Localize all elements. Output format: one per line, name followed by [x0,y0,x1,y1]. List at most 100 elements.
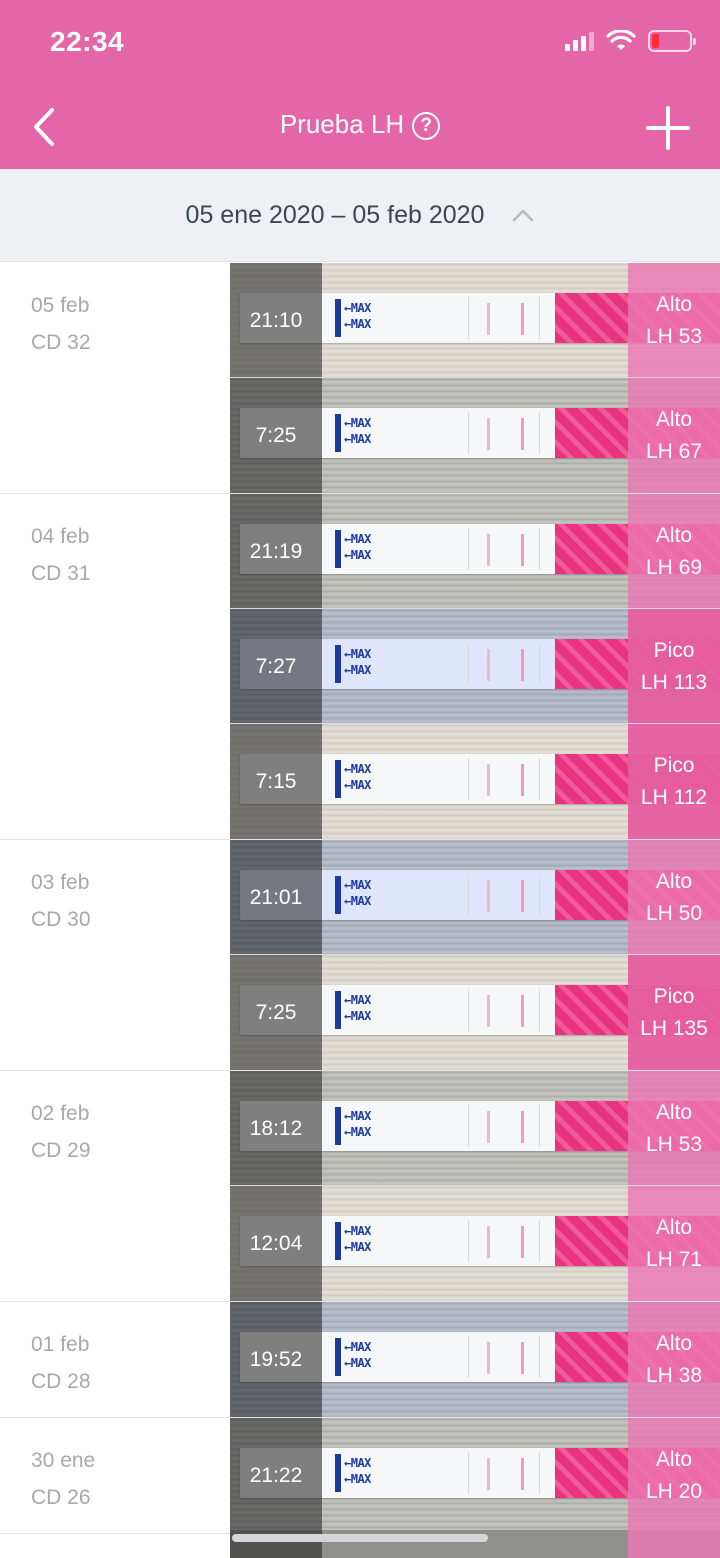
day-label: 01 feb CD 28 [0,1302,230,1417]
day-label: 30 ene CD 26 [0,1418,230,1533]
test-row[interactable]: ←MAX ←MAX 21:01 Alto LH 50 [230,840,720,955]
result-badge: Pico LH 113 [628,609,720,723]
day-date: 03 feb [31,871,90,894]
day-label: 02 feb CD 29 [0,1071,230,1301]
max-line-marker: ←MAX ←MAX [335,299,387,337]
day-tests: ←MAX ←MAX 21:01 Alto LH 50 ←MAX ←MAX 7:25 Pico LH… [230,840,720,1070]
max-line-marker: ←MAX ←MAX [335,1107,387,1145]
day-group: 03 feb CD 30 ←MAX ←MAX 21:01 Alto LH 50 ←MAX ←MA… [0,840,720,1071]
day-date: 02 feb [31,1102,90,1125]
test-row[interactable]: ←MAX ←MAX 21:19 Alto LH 69 [230,494,720,609]
result-level: Alto [655,292,693,316]
wifi-icon [606,30,636,50]
day-group: 05 feb CD 32 ←MAX ←MAX 21:10 Alto LH 53 ←MAX ←MA… [0,263,720,494]
cycle-day: CD 32 [31,331,91,354]
chevron-up-icon[interactable] [512,208,534,222]
result-level: Alto [655,407,693,431]
max-line-marker: ←MAX ←MAX [335,414,387,452]
result-level: Alto [655,869,693,893]
day-group: 01 feb CD 28 ←MAX ←MAX 19:52 Alto LH 38 [0,1302,720,1418]
day-tests: ←MAX ←MAX 18:12 Alto LH 53 ←MAX ←MAX 12:04 Alto L… [230,1071,720,1301]
cycle-day: CD 30 [31,908,91,931]
test-row[interactable]: ←MAX ←MAX 18:12 Alto LH 53 [230,1071,720,1186]
battery-icon [648,30,696,52]
result-badge: Alto LH 53 [628,263,720,377]
test-time: 21:19 [249,539,303,563]
day-date: 04 feb [31,525,90,548]
cycle-day: CD 26 [31,1486,91,1509]
result-value: LH 113 [640,670,708,694]
result-value: LH 67 [645,439,703,463]
result-level: Alto [655,1447,693,1471]
test-time: 7:15 [255,769,297,793]
result-level: Alto [655,523,693,547]
max-line-marker: ←MAX ←MAX [335,645,387,683]
test-time: 19:52 [249,1347,303,1371]
result-value: LH 112 [640,785,708,809]
test-row[interactable]: ←MAX ←MAX 19:52 Alto LH 38 [230,1302,720,1417]
day-date: 01 feb [31,1333,90,1356]
result-window [468,297,540,339]
result-window [468,1105,540,1147]
result-badge: Pico LH 135 [628,955,720,1070]
cycle-day: CD 28 [31,1370,91,1393]
result-level: Alto [655,1100,693,1124]
test-row[interactable]: ←MAX ←MAX 12:04 Alto LH 71 [230,1186,720,1301]
home-indicator [232,1534,488,1542]
test-row[interactable]: ←MAX ←MAX 21:10 Alto LH 53 [230,263,720,378]
result-value: LH 135 [640,1016,708,1040]
test-time: 21:22 [249,1463,303,1487]
day-group: 30 ene CD 26 ←MAX ←MAX 21:22 Alto LH 20 [0,1418,720,1534]
day-group: 04 feb CD 31 ←MAX ←MAX 21:19 Alto LH 69 ←MAX ←MA… [0,494,720,840]
max-line-marker: ←MAX ←MAX [335,1338,387,1376]
app-header: 22:34 Prueba LH? [0,0,720,169]
result-badge: Alto LH 71 [628,1186,720,1301]
result-value: LH 53 [645,1132,703,1156]
day-tests: ←MAX ←MAX 21:19 Alto LH 69 ←MAX ←MAX 7:27 Pico LH… [230,494,720,839]
max-line-marker: ←MAX ←MAX [335,876,387,914]
test-row[interactable]: ←MAX ←MAX 7:25 Alto LH 67 [230,378,720,493]
test-time: 18:12 [249,1116,303,1140]
max-line-marker: ←MAX ←MAX [335,1454,387,1492]
result-window [468,528,540,570]
status-time: 22:34 [50,26,125,57]
result-window [468,758,540,800]
cycle-day: CD 29 [31,1139,91,1162]
result-badge: Alto LH 69 [628,494,720,608]
max-line-marker: ←MAX ←MAX [335,760,387,798]
result-badge: Alto LH 67 [628,378,720,493]
result-window [468,412,540,454]
test-time: 7:27 [255,654,297,678]
day-label: 03 feb CD 30 [0,840,230,1070]
date-range-label: 05 ene 2020 – 05 feb 2020 [185,200,485,229]
test-row[interactable]: ←MAX ←MAX 7:25 Pico LH 135 [230,955,720,1070]
day-group: 02 feb CD 29 ←MAX ←MAX 18:12 Alto LH 53 ←MAX ←MA… [0,1071,720,1302]
page-title: Prueba LH [279,109,405,139]
day-tests: ←MAX ←MAX 19:52 Alto LH 38 [230,1302,720,1417]
result-window [468,643,540,685]
add-test-button[interactable] [646,106,690,150]
result-level: Pico [653,984,695,1008]
test-row[interactable]: ←MAX ←MAX 21:22 Alto LH 20 [230,1418,720,1533]
result-level: Pico [653,638,695,662]
day-label: 05 feb CD 32 [0,263,230,493]
result-value: LH 53 [645,324,703,348]
status-icons [565,30,696,52]
question-circle-icon[interactable]: ? [412,112,441,140]
test-row[interactable]: ←MAX ←MAX 7:27 Pico LH 113 [230,609,720,724]
result-badge: Pico LH 112 [628,724,720,839]
test-time: 21:01 [249,885,303,909]
result-value: LH 50 [645,901,703,925]
result-level: Pico [653,753,695,777]
test-row[interactable]: ←MAX ←MAX 7:15 Pico LH 112 [230,724,720,839]
max-line-marker: ←MAX ←MAX [335,530,387,568]
day-label: 04 feb CD 31 [0,494,230,839]
date-range-selector[interactable]: 05 ene 2020 – 05 feb 2020 [0,169,720,262]
day-tests: ←MAX ←MAX 21:10 Alto LH 53 ←MAX ←MAX 7:25 Alto LH… [230,263,720,493]
result-window [468,874,540,916]
cycle-day: CD 31 [31,562,91,585]
result-level: Alto [655,1331,693,1355]
max-line-marker: ←MAX ←MAX [335,991,387,1029]
result-value: LH 20 [645,1479,703,1503]
day-tests: ←MAX ←MAX 21:22 Alto LH 20 [230,1418,720,1533]
